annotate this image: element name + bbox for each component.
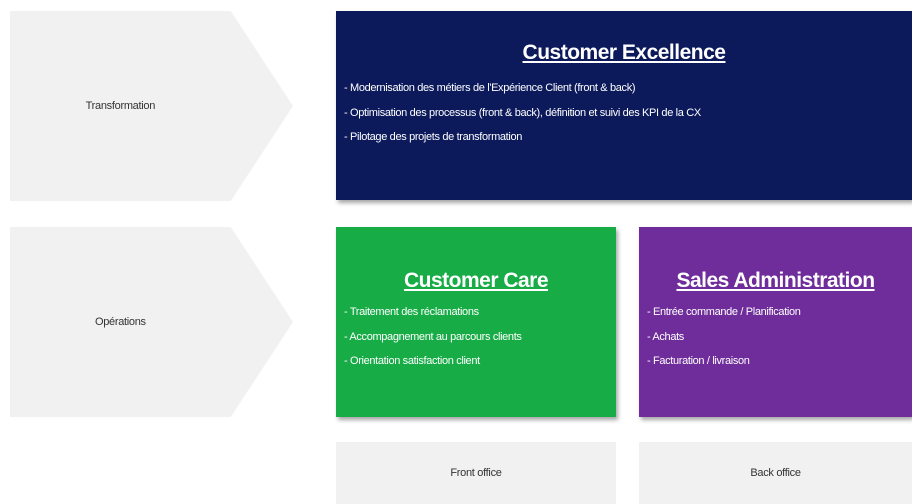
sales-administration-title: Sales Administration — [676, 269, 875, 292]
customer-care-item: - Traitement des réclamations — [344, 306, 479, 318]
front-office-box: Front office — [336, 442, 616, 504]
row-operations-chevron: Opérations — [10, 227, 293, 417]
sales-administration-item: - Achats — [647, 330, 684, 343]
customer-excellence-list: - Modernisation des métiers de l'Expérie… — [344, 76, 912, 150]
customer-excellence-box: Customer Excellence - Modernisation des … — [336, 11, 912, 200]
customer-care-title: Customer Care — [403, 269, 549, 292]
row-transformation-label: Transformation — [85, 100, 156, 112]
customer-excellence-item: - Pilotage des projets de transformation — [344, 131, 522, 143]
sales-administration-list: - Entrée commande / Planification - Acha… — [647, 300, 912, 374]
customer-excellence-item: - Optimisation des processus (front & ba… — [344, 106, 701, 119]
customer-care-item: - Accompagnement au parcours clients — [344, 330, 522, 343]
customer-care-item: - Orientation satisfaction client — [344, 355, 480, 367]
sales-administration-item: - Entrée commande / Planification — [647, 306, 801, 318]
row-operations-label: Opérations — [94, 316, 146, 328]
sales-administration-box: Sales Administration - Entrée commande /… — [639, 227, 912, 417]
back-office-label: Back office — [750, 467, 801, 479]
front-office-label: Front office — [450, 467, 502, 479]
customer-excellence-item: - Modernisation des métiers de l'Expérie… — [344, 82, 636, 94]
customer-excellence-title: Customer Excellence — [522, 41, 726, 64]
customer-care-list: - Traitement des réclamations - Accompag… — [344, 300, 616, 374]
back-office-box: Back office — [639, 442, 912, 504]
row-transformation-chevron: Transformation — [10, 11, 293, 201]
customer-care-box: Customer Care - Traitement des réclamati… — [336, 227, 616, 417]
sales-administration-item: - Facturation / livraison — [647, 355, 750, 367]
